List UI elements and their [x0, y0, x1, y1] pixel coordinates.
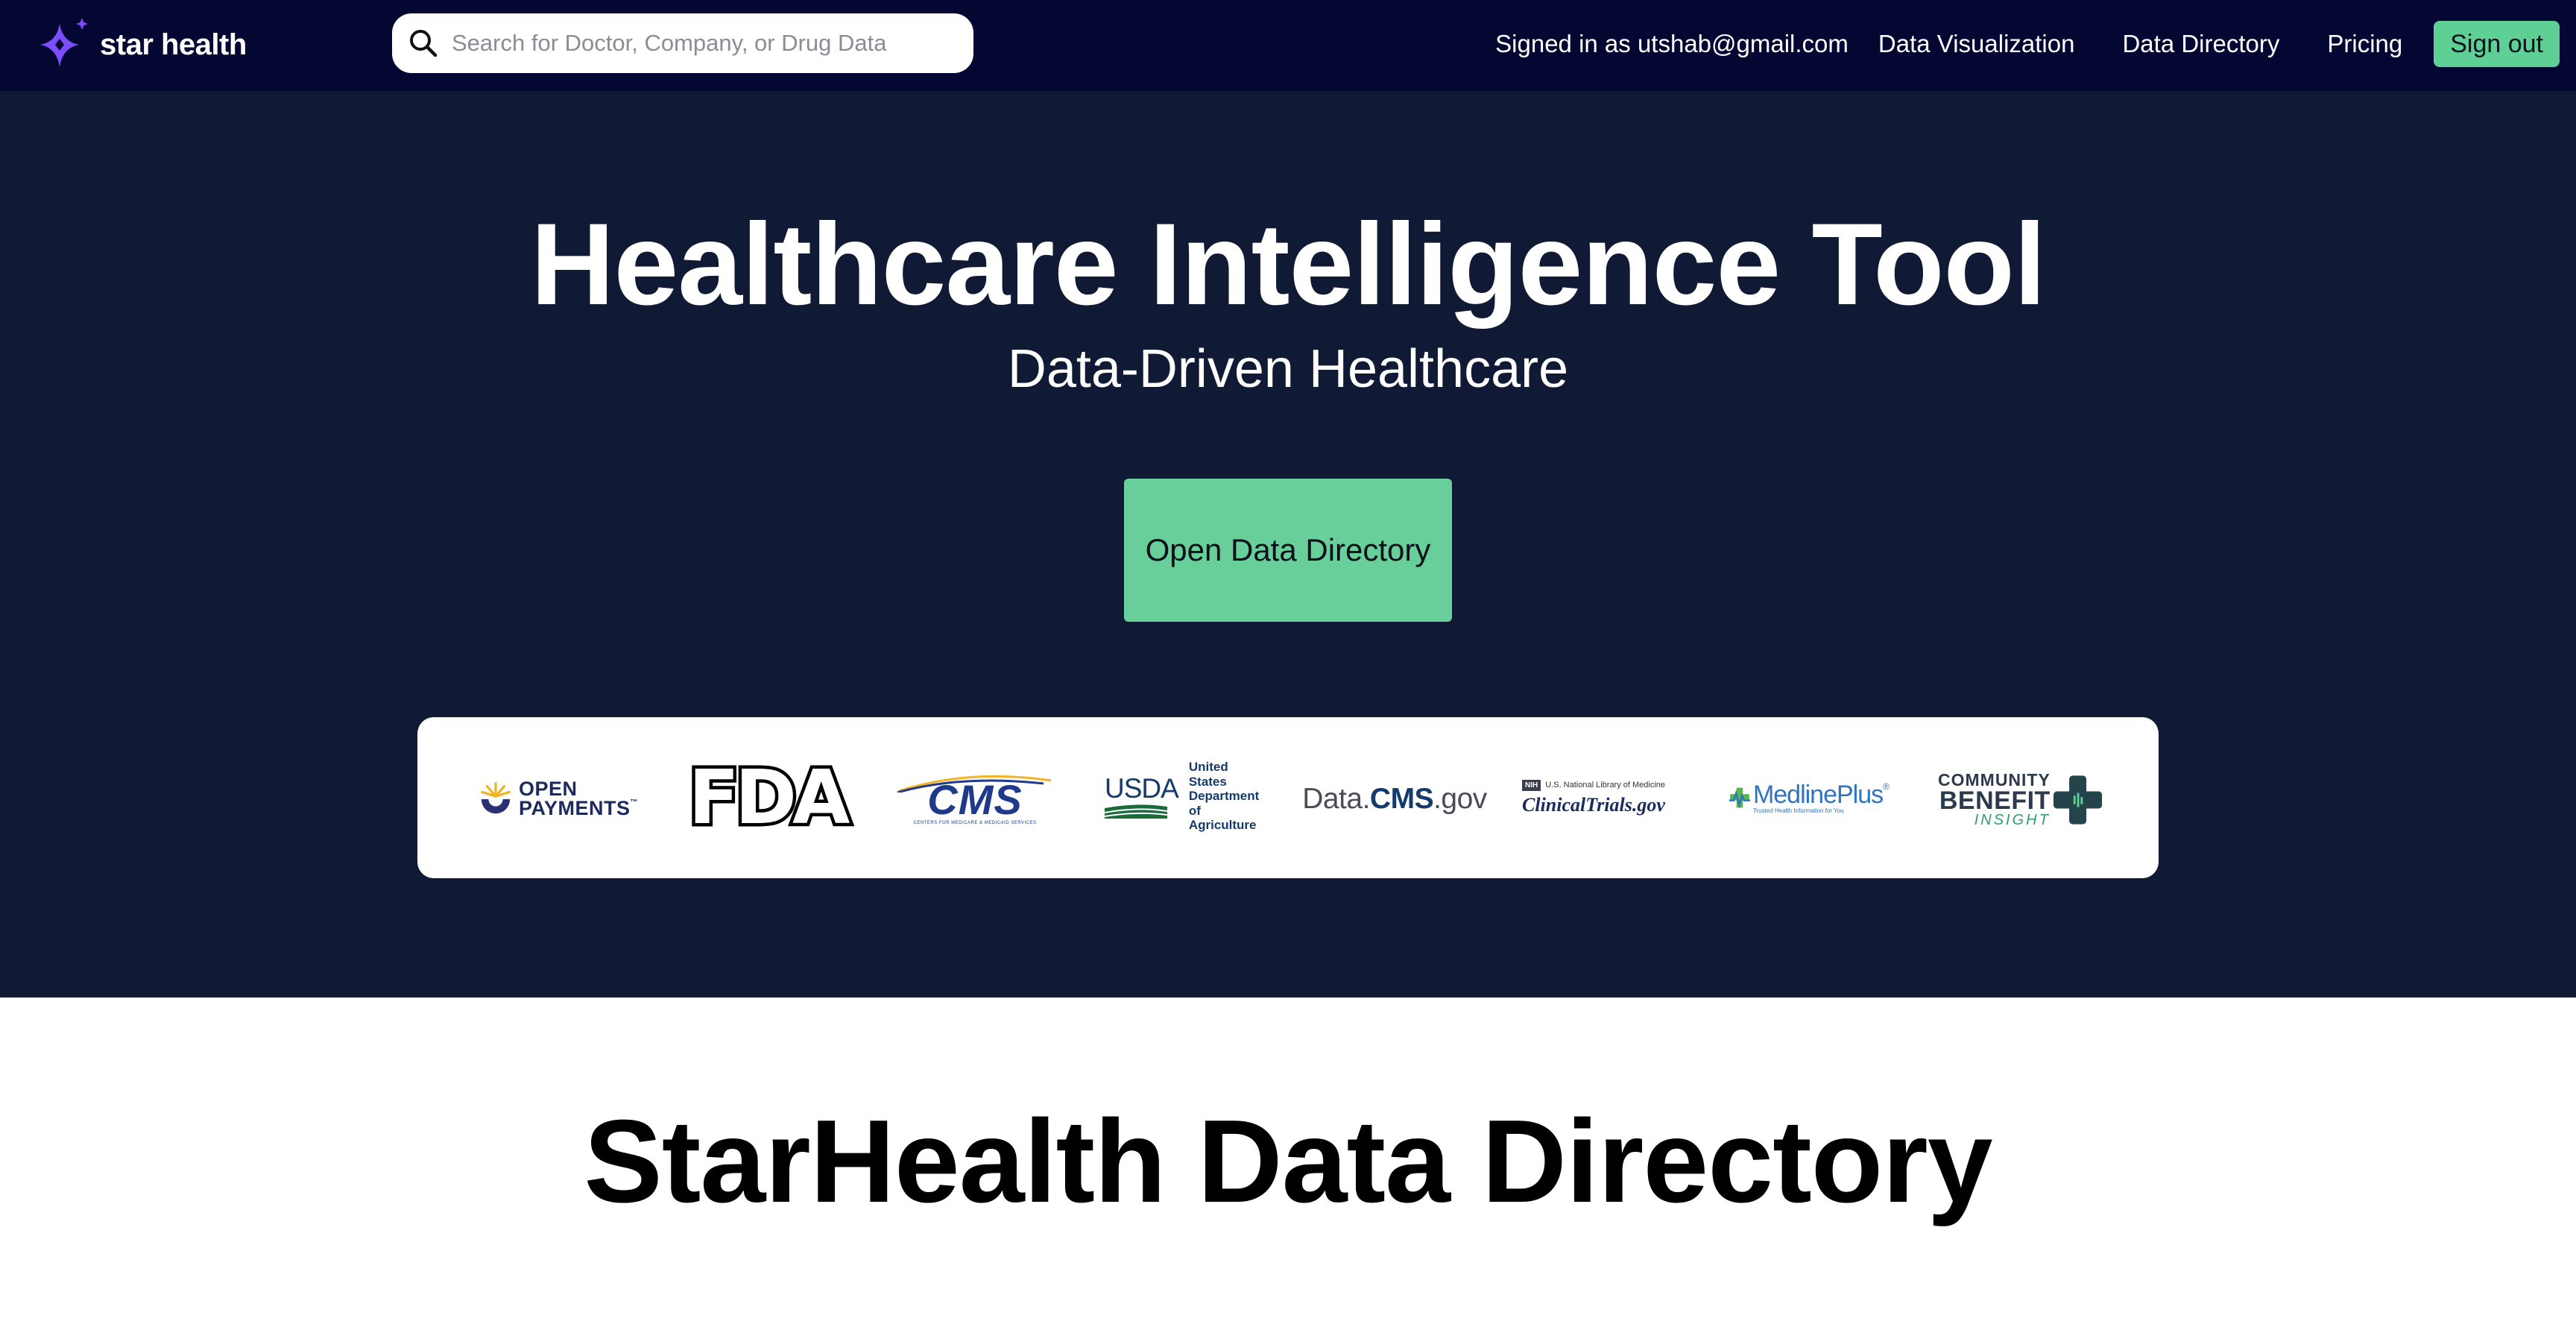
hero-subtitle: Data-Driven Healthcare [1007, 339, 1569, 399]
open-payments-line2: PAYMENTS™ [518, 797, 638, 819]
nav-link-pricing[interactable]: Pricing [2327, 30, 2402, 58]
medlineplus-logo: MedlinePlus® Trusted Health Information … [1729, 771, 1890, 825]
partner-logos-card: OPEN PAYMENTS™ FDA CMS CENTERS FOR MEDIC… [417, 717, 2159, 878]
search-icon [410, 30, 438, 57]
hero-title: Healthcare Intelligence Tool [530, 200, 2046, 330]
cbi-line3: INSIGHT [1974, 811, 2051, 828]
search-input[interactable] [450, 29, 930, 57]
medlineplus-text: MedlinePlus® [1752, 780, 1890, 809]
open-payments-logo: OPEN PAYMENTS™ [477, 762, 638, 836]
top-nav-bar: star health Signed in as utshab@gmail.co… [0, 0, 2576, 91]
signed-in-status: Signed in as utshab@gmail.com [1495, 30, 1849, 57]
hero-section: Healthcare Intelligence Tool Data-Driven… [0, 91, 2576, 998]
usda-field-icon [1105, 804, 1167, 819]
nav-link-data-directory[interactable]: Data Directory [2122, 30, 2279, 58]
nih-badge: NIH [1522, 779, 1541, 791]
brand-name: star health [100, 28, 247, 61]
cbi-line2: BENEFIT [1939, 787, 2051, 816]
clinicaltrials-title: ClinicalTrials.gov [1522, 793, 1665, 816]
open-data-directory-button[interactable]: Open Data Directory [1124, 479, 1452, 622]
medlineplus-tagline: Trusted Health Information for You [1752, 807, 1844, 814]
sign-out-button[interactable]: Sign out [2434, 21, 2560, 67]
community-benefit-insight-logo: COMMUNITY BENEFIT INSIGHT [1938, 766, 2102, 833]
fda-logo-text: FDA [685, 754, 853, 841]
cms-logo: CMS CENTERS FOR MEDICARE & MEDICAID SERV… [893, 762, 1057, 836]
usda-logo: USDA United States Department of Agricul… [1105, 760, 1263, 832]
search-bar[interactable] [392, 13, 973, 73]
open-payments-sun-icon [481, 782, 511, 814]
fda-logo: FDA [684, 754, 853, 841]
data-directory-heading: StarHealth Data Directory [584, 1096, 1992, 1227]
brand-home-link[interactable]: star health [33, 13, 247, 76]
medical-cross-icon [2053, 775, 2102, 825]
data-cms-gov-text: Data.CMS.gov [1302, 783, 1487, 815]
nav-link-data-visualization[interactable]: Data Visualization [1878, 30, 2075, 58]
usda-logo-text: USDA [1105, 772, 1179, 804]
cms-logo-subtext: CENTERS FOR MEDICARE & MEDICAID SERVICES [913, 821, 1037, 825]
medlineplus-heartbeat-icon [1729, 787, 1750, 809]
star-cluster-icon [40, 18, 88, 67]
clinicaltrials-gov-logo: NIH U.S. National Library of Medicine Cl… [1522, 771, 1680, 825]
data-cms-gov-logo: Data.CMS.gov [1302, 769, 1487, 829]
clinicaltrials-header: NIH U.S. National Library of Medicine [1522, 779, 1665, 791]
nav-right-group: Signed in as utshab@gmail.com Data Visua… [1495, 0, 2560, 88]
cms-logo-text: CMS [927, 776, 1023, 823]
usda-department-name: United States Department of Agriculture [1188, 760, 1260, 833]
